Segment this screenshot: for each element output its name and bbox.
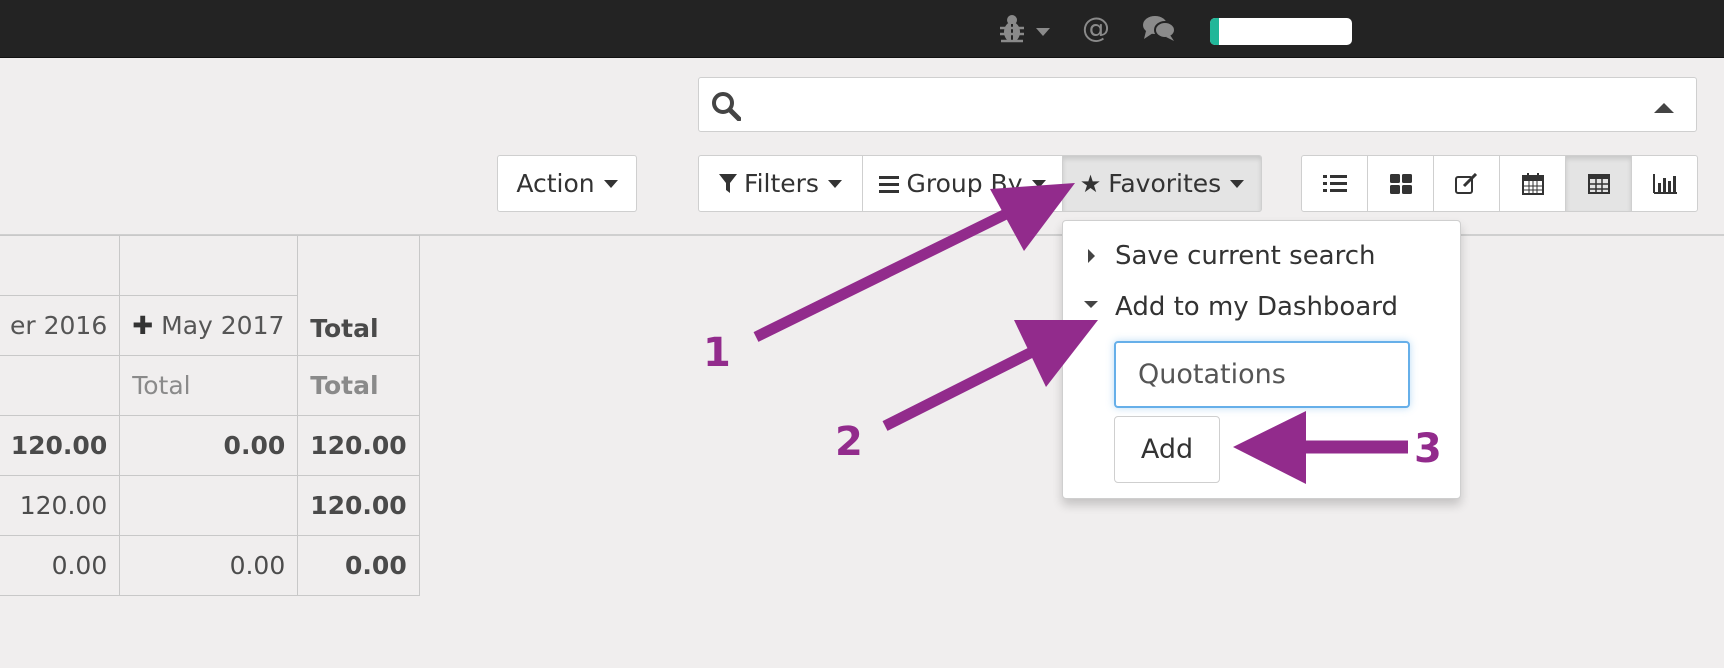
annotation-arrow-1	[753, 208, 1011, 342]
annotation-label-3: 3	[1414, 426, 1442, 472]
annotation-arrowhead-3	[1233, 411, 1306, 484]
annotation-label-1: 1	[703, 330, 731, 376]
annotation-arrows	[753, 183, 1408, 484]
annotation-arrow-2	[882, 347, 1035, 431]
annotation-label-2: 2	[835, 419, 863, 465]
